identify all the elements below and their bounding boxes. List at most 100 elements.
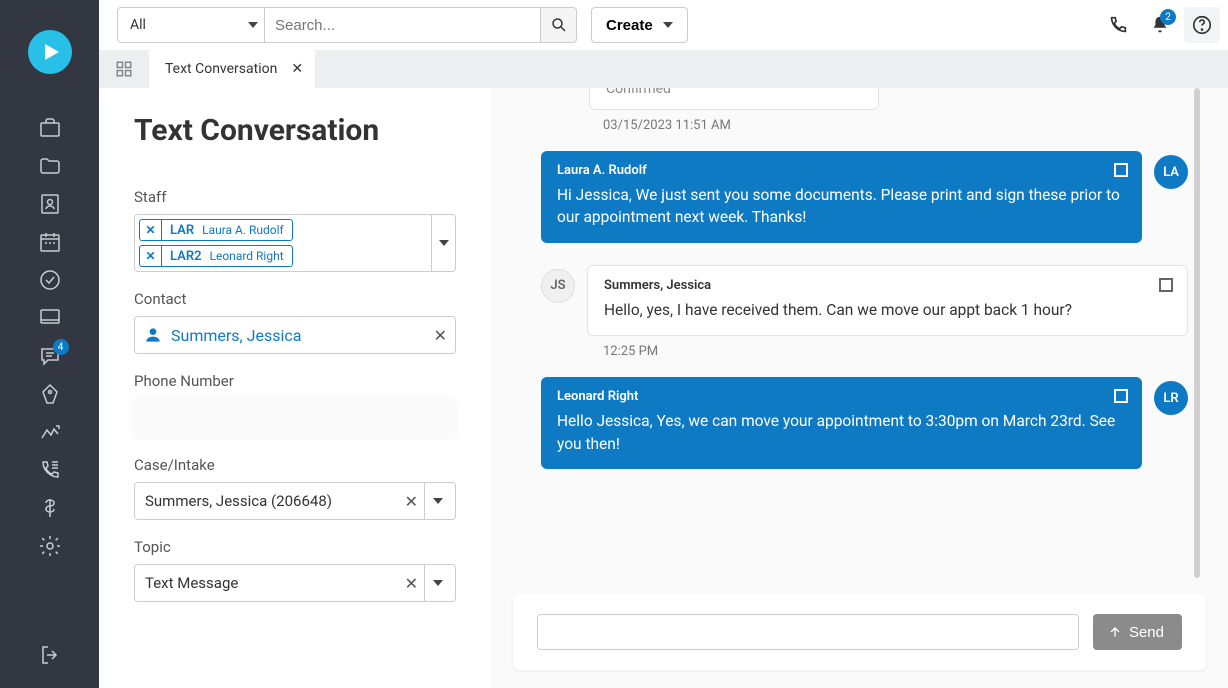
sidebar: 4	[0, 0, 99, 688]
details-panel: Text Conversation Staff ✕ LAR Laura A. R…	[99, 88, 491, 688]
case-clear-button[interactable]: ✕	[399, 492, 424, 511]
phone-icon	[1107, 14, 1129, 36]
message-row: LA Laura A. Rudolf Hi Jessica, We just s…	[541, 151, 1188, 243]
topic-value: Text Message	[145, 574, 399, 592]
phone-field	[134, 398, 456, 438]
avatar: LR	[1154, 381, 1188, 415]
message-sender: Leonard Right	[557, 389, 1126, 404]
scrollbar[interactable]	[1194, 88, 1200, 578]
chip-name: Laura A. Rudolf	[202, 223, 292, 237]
create-button[interactable]: Create	[591, 7, 688, 43]
message-bubble: Summers, Jessica Hello, yes, I have rece…	[587, 265, 1188, 336]
nav-call-list[interactable]	[37, 457, 63, 483]
topic-dropdown-button[interactable]	[424, 565, 451, 601]
search-button[interactable]	[541, 7, 577, 43]
staff-chip: ✕ LAR Laura A. Rudolf	[139, 219, 293, 241]
chevron-down-icon	[663, 22, 673, 28]
message-checkbox[interactable]	[1159, 278, 1173, 292]
send-label: Send	[1129, 624, 1164, 641]
search-type-label: All	[130, 17, 146, 33]
message-row: LR Leonard Right Hello Jessica, Yes, we …	[541, 377, 1188, 469]
tab-close-button[interactable]: ✕	[291, 61, 303, 77]
contact-field[interactable]: Summers, Jessica ✕	[134, 316, 456, 354]
nav-pen[interactable]	[37, 381, 63, 407]
person-icon	[143, 325, 163, 345]
notifications-button[interactable]: 2	[1142, 7, 1178, 43]
message-bubble: Laura A. Rudolf Hi Jessica, We just sent…	[541, 151, 1142, 243]
nav-calendar[interactable]	[37, 229, 63, 255]
case-select[interactable]: Summers, Jessica (206648) ✕	[134, 482, 456, 520]
send-button[interactable]: Send	[1093, 614, 1182, 650]
phone-button[interactable]	[1100, 7, 1136, 43]
avatar: LA	[1154, 155, 1188, 189]
message-timestamp: 03/15/2023 11:51 AM	[603, 118, 1188, 133]
topic-label: Topic	[134, 538, 456, 556]
chevron-down-icon	[439, 240, 449, 246]
tabstrip: Text Conversation ✕	[99, 50, 1228, 88]
nav-analytics[interactable]	[37, 419, 63, 445]
topic-clear-button[interactable]: ✕	[399, 574, 424, 593]
chat-badge: 4	[53, 339, 69, 355]
message-text: Hello, yes, I have received them. Can we…	[604, 299, 1171, 321]
chip-remove-button[interactable]: ✕	[140, 246, 162, 266]
contact-value: Summers, Jessica	[171, 326, 426, 345]
avatar: JS	[541, 269, 575, 303]
message-text: Hi Jessica, We just sent you some docume…	[557, 184, 1126, 229]
grid-icon	[115, 60, 133, 78]
nav-billing[interactable]	[37, 495, 63, 521]
nav-tasks[interactable]	[37, 267, 63, 293]
upload-icon	[1107, 624, 1123, 640]
message-sender: Summers, Jessica	[604, 278, 1171, 293]
nav-settings[interactable]	[37, 533, 63, 559]
create-label: Create	[606, 17, 653, 34]
phone-label: Phone Number	[134, 372, 456, 390]
search-icon	[550, 16, 568, 34]
chip-code: LAR	[162, 223, 202, 238]
tabs-grid-button[interactable]	[99, 50, 149, 88]
tab-label: Text Conversation	[165, 61, 277, 77]
contact-clear-button[interactable]: ✕	[434, 326, 447, 345]
search-input[interactable]	[265, 7, 541, 43]
chevron-down-icon	[248, 22, 258, 28]
search-type-dropdown[interactable]: All	[117, 7, 265, 43]
conversation-panel: Confirmed 03/15/2023 11:51 AM LA Laura A…	[491, 88, 1228, 688]
help-button[interactable]	[1184, 7, 1220, 43]
contact-label: Contact	[134, 290, 456, 308]
message-sender: Laura A. Rudolf	[557, 163, 1126, 178]
message-checkbox[interactable]	[1114, 163, 1128, 177]
chip-remove-button[interactable]: ✕	[140, 220, 162, 240]
compose-input[interactable]	[537, 614, 1079, 650]
message-bubble: Leonard Right Hello Jessica, Yes, we can…	[541, 377, 1142, 469]
staff-chip: ✕ LAR2 Leonard Right	[139, 245, 293, 267]
case-value: Summers, Jessica (206648)	[145, 492, 399, 510]
message-checkbox[interactable]	[1114, 389, 1128, 403]
compose-bar: Send	[513, 594, 1206, 670]
message-stub: Confirmed	[589, 88, 879, 110]
tab-text-conversation[interactable]: Text Conversation ✕	[149, 50, 315, 88]
help-icon	[1191, 14, 1213, 36]
message-timestamp: 12:25 PM	[603, 344, 1188, 359]
topic-select[interactable]: Text Message ✕	[134, 564, 456, 602]
chip-name: Leonard Right	[210, 249, 292, 263]
message-row: JS Summers, Jessica Hello, yes, I have r…	[541, 265, 1188, 336]
staff-dropdown-button[interactable]	[431, 215, 455, 271]
staff-label: Staff	[134, 188, 456, 206]
app-logo[interactable]	[28, 30, 72, 74]
nav-logout[interactable]	[37, 642, 63, 668]
chevron-down-icon	[433, 498, 443, 504]
play-icon	[45, 44, 59, 60]
chevron-down-icon	[433, 580, 443, 586]
nav-contact[interactable]	[37, 191, 63, 217]
message-text: Hello Jessica, Yes, we can move your app…	[557, 410, 1126, 455]
case-dropdown-button[interactable]	[424, 483, 451, 519]
topbar: All Create 2	[99, 0, 1228, 50]
case-label: Case/Intake	[134, 456, 456, 474]
notification-badge: 2	[1160, 9, 1176, 25]
staff-select[interactable]: ✕ LAR Laura A. Rudolf ✕ LAR2 Leonard Rig…	[134, 214, 456, 272]
nav-chat[interactable]: 4	[37, 343, 63, 369]
nav-monitor[interactable]	[37, 305, 63, 331]
nav-briefcase[interactable]	[37, 115, 63, 141]
chip-code: LAR2	[162, 249, 210, 264]
nav-folder[interactable]	[37, 153, 63, 179]
page-title: Text Conversation	[134, 113, 456, 148]
